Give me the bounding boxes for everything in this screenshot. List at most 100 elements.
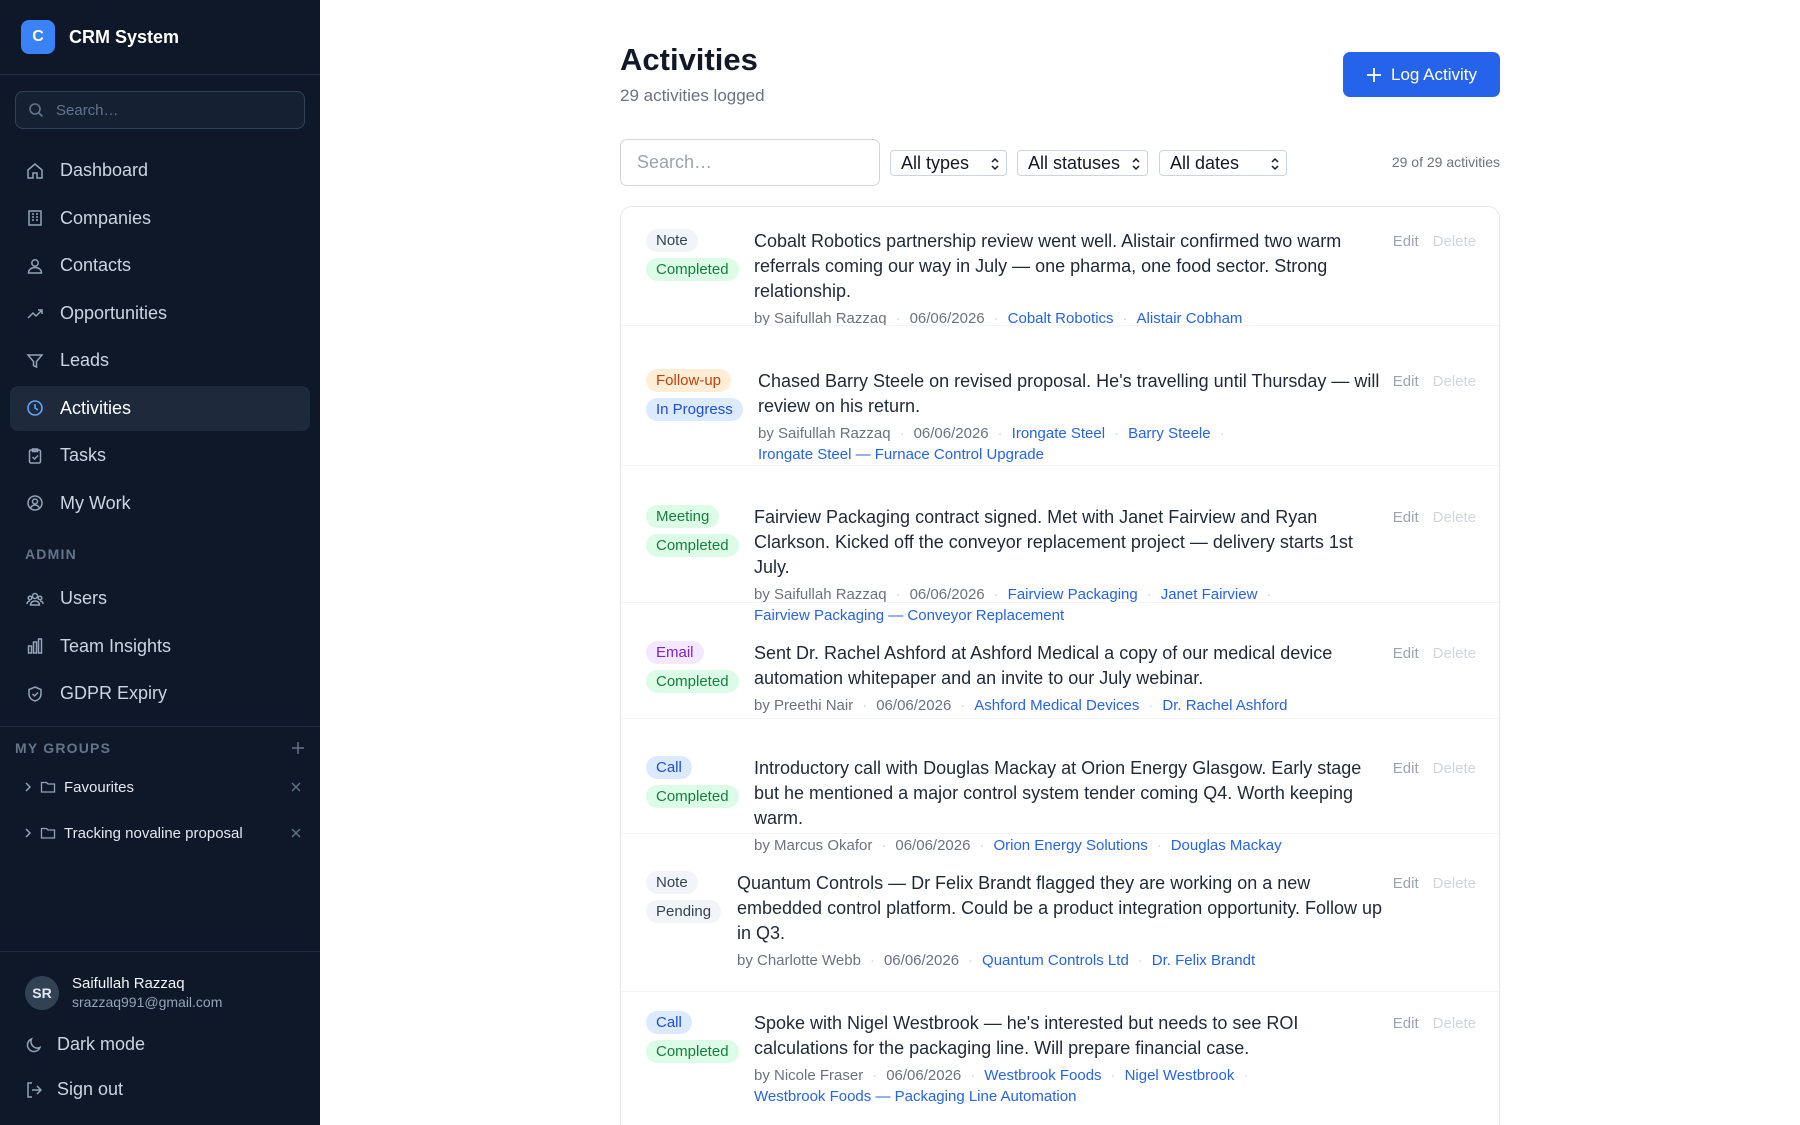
sign-out-button[interactable]: Sign out bbox=[25, 1079, 123, 1100]
group-label: Tracking novaline proposal bbox=[64, 824, 243, 842]
contact-link[interactable]: Nigel Westbrook bbox=[1125, 1067, 1235, 1084]
delete-button[interactable]: Delete bbox=[1433, 645, 1476, 662]
opportunity-link[interactable]: Westbrook Foods — Packaging Line Automat… bbox=[754, 1088, 1076, 1105]
contact-link[interactable]: Douglas Mackay bbox=[1171, 837, 1282, 854]
status-filter-select[interactable]: All statuses bbox=[1017, 150, 1148, 176]
chevron-right-icon[interactable] bbox=[22, 781, 34, 793]
opportunity-link[interactable]: Fairview Packaging — Conveyor Replacemen… bbox=[754, 607, 1064, 624]
group-item-tracking-novaline[interactable]: Tracking novaline proposal bbox=[22, 818, 302, 848]
opportunity-link[interactable]: Irongate Steel — Furnace Control Upgrade bbox=[758, 446, 1044, 463]
delete-button[interactable]: Delete bbox=[1433, 233, 1476, 250]
status-badge: In Progress bbox=[646, 398, 743, 421]
nav-item-gdpr-expiry[interactable]: GDPR Expiry bbox=[10, 671, 310, 716]
activity-list: Note Completed Cobalt Robotics partnersh… bbox=[620, 206, 1501, 1125]
company-link[interactable]: Westbrook Foods bbox=[984, 1067, 1101, 1084]
activity-meta: by Saifullah Razzaq · 06/06/2026 · Fairview … bbox=[754, 586, 1272, 624]
activity-search-input[interactable]: Search… bbox=[620, 139, 880, 186]
company-link[interactable]: Fairview Packaging bbox=[1008, 586, 1138, 603]
company-link[interactable]: Orion Energy Solutions bbox=[993, 837, 1147, 854]
add-group-icon[interactable] bbox=[291, 741, 305, 755]
date-filter-select[interactable]: All dates bbox=[1159, 150, 1287, 176]
nav-item-contacts[interactable]: Contacts bbox=[10, 243, 310, 288]
delete-button[interactable]: Delete bbox=[1433, 760, 1476, 777]
contact-link[interactable]: Barry Steele bbox=[1128, 425, 1211, 442]
nav-item-activities[interactable]: Activities bbox=[10, 385, 310, 431]
building-icon bbox=[28, 210, 42, 226]
chevron-right-icon[interactable] bbox=[22, 827, 34, 839]
contact-link[interactable]: Janet Fairview bbox=[1161, 586, 1258, 603]
company-link[interactable]: Ashford Medical Devices bbox=[974, 697, 1139, 714]
row-divider bbox=[621, 465, 1501, 466]
badge-stack: Call Completed bbox=[646, 1011, 739, 1069]
status-badge: Completed bbox=[646, 534, 739, 557]
nav-item-companies[interactable]: Companies bbox=[10, 196, 310, 241]
edit-button[interactable]: Edit bbox=[1393, 233, 1419, 250]
nav-item-my-work[interactable]: My Work bbox=[10, 481, 310, 526]
delete-button[interactable]: Delete bbox=[1433, 373, 1476, 390]
contact-link[interactable]: Dr. Rachel Ashford bbox=[1162, 697, 1287, 714]
dark-mode-label: Dark mode bbox=[57, 1034, 146, 1054]
activity-content: Quantum Controls — Dr Felix Brandt flagg… bbox=[737, 871, 1384, 971]
sidebar-search-input[interactable]: Search… bbox=[15, 91, 305, 129]
search-icon bbox=[29, 103, 44, 118]
updown-chevron-icon bbox=[1271, 157, 1279, 171]
delete-button[interactable]: Delete bbox=[1433, 1015, 1476, 1032]
activity-meta: by Marcus Okafor · 06/06/2026 · Orion Energy… bbox=[754, 837, 1282, 854]
delete-button[interactable]: Delete bbox=[1433, 875, 1476, 892]
contact-link[interactable]: Dr. Felix Brandt bbox=[1152, 952, 1255, 969]
type-badge: Call bbox=[646, 1011, 692, 1034]
nav-item-label: Activities bbox=[60, 397, 132, 418]
badge-stack: Note Pending bbox=[646, 871, 722, 929]
type-filter-select[interactable]: All types bbox=[890, 150, 1007, 176]
close-icon[interactable] bbox=[290, 781, 302, 793]
activity-date: 06/06/2026 bbox=[876, 697, 952, 714]
app-name: CRM System bbox=[69, 26, 180, 47]
company-link[interactable]: Irongate Steel bbox=[1012, 425, 1105, 442]
clock-icon bbox=[27, 400, 43, 416]
company-link[interactable]: Quantum Controls Ltd bbox=[982, 952, 1129, 969]
nav-item-opportunities[interactable]: Opportunities bbox=[10, 291, 310, 336]
group-item-favourites[interactable]: Favourites bbox=[22, 772, 302, 802]
edit-button[interactable]: Edit bbox=[1393, 373, 1419, 390]
activity-text: Fairview Packaging contract signed. Met … bbox=[754, 507, 1353, 577]
row-actions: Edit Delete bbox=[1393, 1015, 1476, 1032]
user-group-icon bbox=[26, 592, 44, 606]
bar-chart-icon bbox=[27, 638, 43, 654]
delete-button[interactable]: Delete bbox=[1433, 509, 1476, 526]
nav-item-label: Contacts bbox=[60, 255, 132, 275]
dark-mode-toggle[interactable]: Dark mode bbox=[25, 1034, 145, 1055]
status-badge: Completed bbox=[646, 1040, 739, 1063]
row-divider bbox=[621, 325, 1501, 326]
activity-date: 06/06/2026 bbox=[913, 425, 989, 442]
badge-stack: Follow-up In Progress bbox=[646, 369, 743, 427]
edit-button[interactable]: Edit bbox=[1393, 509, 1419, 526]
row-actions: Edit Delete bbox=[1393, 233, 1476, 250]
activity-date: 06/06/2026 bbox=[909, 586, 985, 603]
admin-section-label: ADMIN bbox=[25, 546, 77, 562]
edit-button[interactable]: Edit bbox=[1393, 760, 1419, 777]
nav-item-tasks[interactable]: Tasks bbox=[10, 433, 310, 478]
nav-item-dashboard[interactable]: Dashboard bbox=[10, 148, 310, 193]
row-actions: Edit Delete bbox=[1393, 645, 1476, 662]
nav-item-users[interactable]: Users bbox=[10, 576, 310, 621]
log-activity-button[interactable]: Log Activity bbox=[1343, 52, 1500, 97]
activity-author: by Saifullah Razzaq bbox=[754, 586, 887, 603]
edit-button[interactable]: Edit bbox=[1393, 875, 1419, 892]
filter-icon bbox=[26, 353, 44, 368]
nav-item-team-insights[interactable]: Team Insights bbox=[10, 624, 310, 669]
edit-button[interactable]: Edit bbox=[1393, 1015, 1419, 1032]
type-badge: Email bbox=[646, 641, 704, 664]
activity-date: 06/06/2026 bbox=[883, 952, 960, 969]
activity-author: by Preethi Nair bbox=[754, 697, 854, 714]
nav-item-label: Users bbox=[60, 588, 108, 608]
sidebar-search-placeholder: Search… bbox=[56, 101, 119, 119]
activity-content: Fairview Packaging contract signed. Met … bbox=[754, 505, 1384, 626]
activity-content: Chased Barry Steele on revised proposal.… bbox=[758, 369, 1384, 465]
status-badge: Completed bbox=[646, 785, 739, 808]
nav-item-leads[interactable]: Leads bbox=[10, 338, 310, 383]
user-profile[interactable]: SR Saifullah Razzaq srazzaq991@gmail.com bbox=[25, 975, 222, 1010]
close-icon[interactable] bbox=[290, 827, 302, 839]
edit-button[interactable]: Edit bbox=[1393, 645, 1419, 662]
group-label: Favourites bbox=[64, 778, 135, 796]
updown-chevron-icon bbox=[1132, 157, 1140, 171]
